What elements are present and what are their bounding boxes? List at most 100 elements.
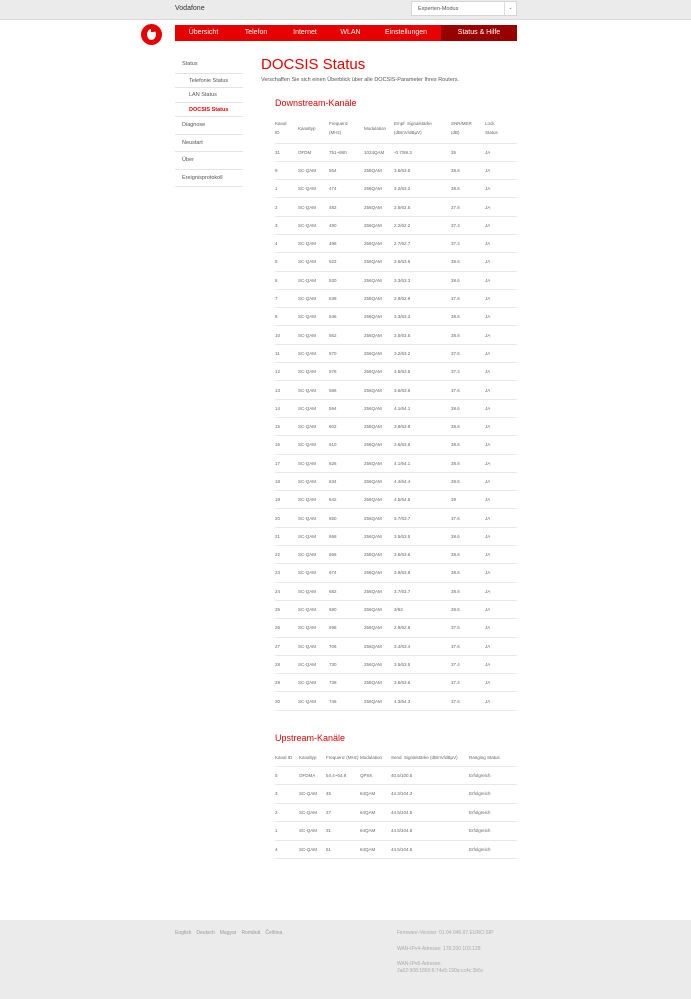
- table-cell: 37.6: [451, 289, 485, 309]
- table-cell: 38.6: [451, 472, 485, 492]
- table-cell: 3.5/63.5: [394, 325, 451, 345]
- language-links: English Deutsch Magyar Română Čeština: [175, 930, 282, 936]
- table-row: 26 SC-QAM 698 256QAM 2.9/62.9 37.6 JA: [275, 618, 517, 638]
- column-header-line2: ID: [275, 130, 280, 136]
- table-row: 20 SC-QAM 650 256QAM 3.7/63.7 37.6 JA: [275, 508, 517, 528]
- table-cell: 24: [275, 582, 298, 601]
- sidebar-item-status[interactable]: Status: [175, 56, 243, 74]
- table-cell: 256QAM: [364, 289, 394, 309]
- sidebar-item-telefonie-status[interactable]: Telefonie Status: [175, 74, 243, 88]
- table-cell: 37.4: [451, 673, 485, 693]
- table-cell: 474: [329, 179, 364, 199]
- sidebar-item-docsis-status[interactable]: DOCSIS Status: [175, 103, 243, 117]
- table-cell: 18: [275, 472, 298, 492]
- wan-ipv6-label: WAN-IPv6-Adresse:: [397, 961, 442, 967]
- table-cell: 256QAM: [364, 508, 394, 528]
- language-link[interactable]: English: [175, 930, 191, 936]
- main-nav: Übersicht Telefon Internet WLAN Einstellunge…: [175, 25, 517, 41]
- table-cell: 16: [275, 435, 298, 455]
- table-cell: Erfolgreich: [469, 821, 517, 841]
- table-cell: SC-QAM: [298, 691, 329, 711]
- language-link[interactable]: Română: [241, 930, 260, 936]
- table-row: 27 SC-QAM 706 256QAM 3.4/63.4 37.6 JA: [275, 637, 517, 656]
- nav-tab-telefon[interactable]: Telefon: [232, 25, 280, 41]
- table-cell: 256QAM: [364, 563, 394, 583]
- table-cell: 256QAM: [364, 691, 394, 711]
- table-cell: 14: [275, 399, 298, 418]
- nav-tab--bersicht[interactable]: Übersicht: [175, 25, 232, 41]
- table-cell: 1024QAM: [364, 143, 394, 162]
- column-header: Ranging Status: [469, 750, 517, 767]
- table-cell: 256QAM: [364, 618, 394, 638]
- sidebar-item-diagnose[interactable]: Diagnose: [175, 117, 243, 135]
- table-row: 31 OFDM 751~860 1024QAM -0.7/59.3 35 JA: [275, 143, 517, 162]
- table-row: 22 SC-QAM 666 256QAM 3.6/63.6 38.6 JA: [275, 545, 517, 565]
- table-cell: JA: [485, 527, 517, 547]
- language-link[interactable]: Deutsch: [196, 930, 214, 936]
- sidebar-item-neustart[interactable]: Neustart: [175, 135, 243, 152]
- table-cell: SC-QAM: [298, 508, 329, 528]
- column-header-line2: Status: [485, 130, 498, 136]
- table-cell: SC-QAM: [298, 380, 329, 400]
- table-cell: 610: [329, 435, 364, 455]
- table-cell: 4.5/64.5: [394, 490, 451, 510]
- table-cell: 37.6: [451, 637, 485, 656]
- table-row: 3 SC-QAM 490 256QAM 2.2/62.2 37.4 JA: [275, 216, 517, 235]
- table-cell: 3/63: [394, 600, 451, 620]
- table-cell: 730: [329, 655, 364, 675]
- upstream-title: Upstream-Kanäle: [275, 733, 346, 743]
- table-cell: 256QAM: [364, 179, 394, 199]
- sidebar-item-lan-status[interactable]: LAN Status: [175, 88, 243, 103]
- language-link[interactable]: Čeština: [265, 930, 282, 936]
- mode-select[interactable]: Experten-Modus ⌄: [411, 1, 517, 16]
- table-cell: 3.3/63.3: [394, 271, 451, 290]
- table-cell: 256QAM: [364, 600, 394, 620]
- nav-tab-einstellungen[interactable]: Einstellungen: [371, 25, 441, 41]
- column-header: Frequenz (MHz): [329, 114, 364, 144]
- table-cell: 38.6: [451, 563, 485, 583]
- table-cell: 256QAM: [364, 344, 394, 364]
- table-cell: 3.8/63.8: [394, 417, 451, 437]
- table-cell: SC-QAM: [299, 821, 326, 841]
- table-cell: 44.5/104.5: [391, 803, 469, 822]
- table-cell: 7: [275, 289, 298, 309]
- table-cell: 256QAM: [364, 545, 394, 565]
- table-cell: 256QAM: [364, 161, 394, 181]
- table-cell: 38.6: [451, 417, 485, 437]
- table-cell: 15: [275, 417, 298, 437]
- nav-tab-status-hilfe[interactable]: Status & Hilfe: [441, 25, 517, 41]
- wan-ipv6-value: 2a02:908:1800:6:74e5:190a:cc4c:3b5c: [397, 967, 484, 974]
- sidebar-item-ereignisprotokoll[interactable]: Ereignisprotokoll: [175, 170, 243, 187]
- table-cell: 29: [275, 673, 298, 693]
- table-cell: JA: [485, 143, 517, 162]
- table-cell: 4: [275, 840, 299, 859]
- table-cell: 37.6: [451, 618, 485, 638]
- table-cell: 2: [275, 197, 298, 217]
- table-cell: 642: [329, 490, 364, 510]
- table-row: 21 SC-QAM 658 256QAM 3.5/63.5 38.6 JA: [275, 527, 517, 547]
- table-cell: 586: [329, 380, 364, 400]
- column-header-line2: (MHz): [329, 130, 342, 136]
- chevron-down-icon[interactable]: ⌄: [504, 2, 516, 15]
- language-link[interactable]: Magyar: [220, 930, 237, 936]
- table-cell: JA: [485, 307, 517, 327]
- vodafone-logo-icon[interactable]: [141, 24, 162, 45]
- column-header: SNR/MER (dB): [451, 114, 485, 144]
- table-cell: 27: [275, 637, 298, 656]
- column-header-line2: (dB): [451, 130, 460, 136]
- nav-tab-wlan[interactable]: WLAN: [330, 25, 371, 41]
- table-cell: SC-QAM: [298, 527, 329, 547]
- table-cell: 738: [329, 673, 364, 693]
- table-cell: 38.6: [451, 435, 485, 455]
- column-header: Modulation: [364, 114, 394, 144]
- table-cell: 554: [329, 161, 364, 181]
- table-row: 11 SC-QAM 570 256QAM 3.2/63.2 37.6 JA: [275, 344, 517, 364]
- table-cell: 20: [275, 508, 298, 528]
- nav-tab-internet[interactable]: Internet: [280, 25, 330, 41]
- table-cell: JA: [485, 673, 517, 693]
- column-header-line1: SNR/MER: [451, 121, 472, 127]
- table-cell: 37.6: [451, 380, 485, 400]
- table-cell: 30: [275, 691, 298, 711]
- table-cell: 482: [329, 197, 364, 217]
- sidebar-item--ber[interactable]: Über: [175, 152, 243, 170]
